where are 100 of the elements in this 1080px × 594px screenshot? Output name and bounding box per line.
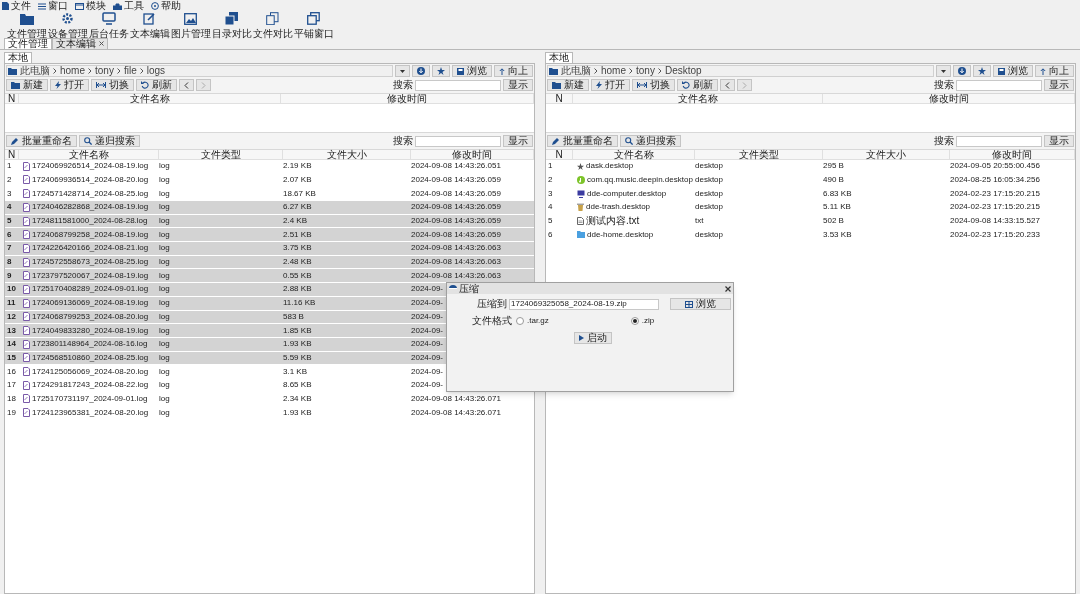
path-bar[interactable]: 此电脑 home tony file logs — [6, 65, 393, 78]
column-header[interactable]: N — [546, 93, 573, 104]
column-header[interactable]: 文件大小 — [823, 149, 950, 160]
column-header[interactable]: N — [546, 149, 573, 160]
menu-item[interactable]: 模块 — [75, 1, 106, 11]
browse-button[interactable]: 浏览 — [993, 65, 1033, 78]
menu-item[interactable]: 工具 — [113, 1, 144, 11]
path-segment[interactable]: logs — [146, 66, 166, 77]
column-header[interactable]: 修改时间 — [823, 93, 1075, 104]
toolbar-button[interactable]: 刷新 — [136, 79, 177, 92]
file-row[interactable]: 6 1724068799258_2024-08-19.log log 2.51 KB 2024-09-08 14:43:26.059 — [5, 228, 534, 243]
toolbar-button[interactable]: 递归搜索 — [79, 135, 140, 148]
document-tab[interactable]: 文本编辑 — [52, 37, 108, 49]
radio-button[interactable] — [516, 317, 524, 325]
column-header[interactable]: 修改时间 — [411, 149, 534, 160]
show-button[interactable]: 显示 — [503, 135, 533, 148]
search-field[interactable] — [956, 79, 1042, 91]
search-field[interactable] — [415, 79, 501, 91]
toolbar-button[interactable]: 平铺窗口 — [293, 11, 334, 39]
toolbar-button[interactable]: 文件管理 — [6, 12, 47, 39]
column-header[interactable]: 文件名称 — [573, 149, 695, 160]
document-tab[interactable]: 文件管理 — [4, 37, 52, 49]
column-header[interactable]: 文件大小 — [283, 149, 411, 160]
browse-button[interactable]: 浏览 — [452, 65, 492, 78]
file-row[interactable]: 4 1724046282868_2024-08-19.log log 6.27 KB 2024-09-08 14:43:26.059 — [5, 201, 534, 215]
show-button[interactable]: 显示 — [503, 79, 533, 92]
file-size: 6.83 KB — [823, 189, 853, 198]
column-header[interactable]: 修改时间 — [950, 149, 1075, 160]
column-header[interactable]: 修改时间 — [281, 93, 534, 104]
browse-button[interactable]: 浏览 — [670, 298, 731, 310]
file-type: log — [159, 312, 171, 321]
path-segment[interactable]: tony — [636, 66, 655, 77]
path-segment[interactable]: Desktop — [664, 66, 702, 77]
menu-item[interactable]: 帮助 — [151, 1, 181, 11]
panel-tab[interactable]: 本地 — [545, 51, 573, 63]
search-field[interactable] — [415, 135, 501, 147]
up-button[interactable]: 向上 — [1035, 65, 1074, 78]
radio-button[interactable] — [630, 317, 639, 325]
column-header[interactable]: N — [5, 149, 19, 160]
target-field[interactable]: 1724069325058_2024-08-19.zip — [509, 298, 659, 310]
file-row[interactable]: 9 1723797520067_2024-08-19.log log 0.55 KB 2024-09-08 14:43:26.063 — [5, 269, 534, 284]
toolbar-button[interactable]: 新建 — [6, 79, 48, 92]
toolbar-button[interactable]: 打开 — [50, 79, 89, 92]
download-button[interactable] — [412, 65, 430, 78]
path-segment[interactable]: 此电脑 — [561, 66, 591, 77]
close-icon[interactable] — [725, 285, 731, 292]
download-button[interactable] — [953, 65, 971, 78]
toolbar-button[interactable]: 批量重命名 — [6, 135, 77, 148]
favorite-button[interactable] — [973, 65, 991, 78]
toolbar-button[interactable]: 文本编辑 — [129, 11, 170, 39]
log-file-icon — [23, 339, 30, 349]
start-button[interactable]: 启动 — [574, 332, 612, 344]
save-icon — [998, 67, 1005, 75]
path-segment[interactable]: file — [123, 66, 137, 77]
toolbar-button[interactable]: 打开 — [591, 79, 630, 92]
dialog-title: 压缩 — [459, 283, 479, 294]
toolbar-button[interactable]: 文件对比 — [252, 11, 293, 39]
column-header[interactable]: 文件名称 — [573, 93, 823, 104]
back-button[interactable] — [179, 79, 194, 92]
back-button[interactable] — [720, 79, 735, 92]
path-bar[interactable]: 此电脑 home tony Desktop — [547, 65, 934, 78]
column-header[interactable]: 文件类型 — [695, 149, 823, 160]
toolbar-button[interactable]: 图片管理 — [170, 12, 211, 39]
menu-item[interactable]: 文件 — [2, 1, 31, 11]
modified-time: 2024-09- — [411, 285, 444, 294]
close-icon[interactable] — [99, 41, 104, 47]
panel-tab[interactable]: 本地 — [4, 51, 32, 63]
dropdown-button[interactable] — [936, 65, 951, 78]
toolbar-button[interactable]: 批量重命名 — [547, 135, 618, 148]
chevron-right-icon — [594, 68, 598, 75]
toolbar-button[interactable]: 切换 — [632, 79, 675, 92]
menu-item[interactable]: 窗口 — [38, 1, 68, 11]
file-type: log — [159, 162, 171, 171]
row-number: 12 — [6, 312, 17, 321]
dropdown-button[interactable] — [395, 65, 410, 78]
show-button[interactable]: 显示 — [1044, 135, 1074, 148]
up-button[interactable]: 向上 — [494, 65, 533, 78]
file-name: 1724068799258_2024-08-19.log — [32, 230, 149, 239]
search-field[interactable] — [956, 135, 1042, 147]
column-header[interactable]: 文件类型 — [159, 149, 283, 160]
favorite-button[interactable] — [432, 65, 450, 78]
path-segment[interactable]: tony — [95, 66, 114, 77]
column-header[interactable]: N — [5, 93, 19, 104]
toolbar-button[interactable]: 切换 — [91, 79, 134, 92]
column-header[interactable]: 文件名称 — [19, 93, 281, 104]
path-segment[interactable]: home — [601, 66, 626, 77]
format-radio[interactable]: .zip — [630, 317, 655, 325]
toolbar-button[interactable]: 后台任务 — [88, 11, 129, 39]
row-number: 6 — [6, 230, 13, 239]
path-segment[interactable]: home — [60, 66, 85, 77]
file-row[interactable]: 7 1724226420166_2024-08-21.log log 3.75 KB 2024-09-08 14:43:26.063 — [5, 242, 534, 256]
file-type: log — [159, 176, 171, 184]
path-segment[interactable]: 此电脑 — [20, 66, 50, 77]
toolbar-button[interactable]: 递归搜索 — [620, 135, 681, 148]
toolbar-button[interactable]: 设备管理 — [47, 11, 88, 39]
column-header[interactable]: 文件名称 — [19, 149, 159, 160]
toolbar-button[interactable]: 新建 — [547, 79, 589, 92]
show-button[interactable]: 显示 — [1044, 79, 1074, 92]
toolbar-button[interactable]: 目录对比 — [211, 11, 252, 39]
toolbar-button[interactable]: 刷新 — [677, 79, 718, 92]
